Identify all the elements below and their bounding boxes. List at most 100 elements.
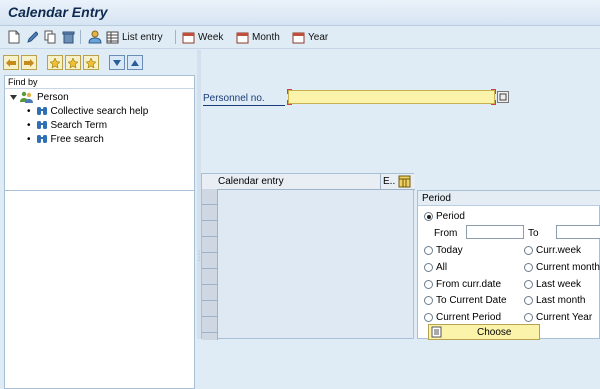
to-date-input[interactable] bbox=[556, 225, 600, 239]
radio-label: Current Year bbox=[536, 312, 593, 323]
calendar-year-icon bbox=[292, 32, 305, 43]
star-edit-icon bbox=[86, 57, 96, 68]
radio-button bbox=[424, 212, 433, 221]
row-divider bbox=[202, 220, 217, 221]
radio-last-month[interactable]: Last month bbox=[524, 295, 585, 306]
row-divider bbox=[202, 268, 217, 269]
row-divider bbox=[202, 236, 217, 237]
forward-button[interactable] bbox=[21, 55, 37, 70]
expand-all-button[interactable] bbox=[109, 55, 125, 70]
tree-item-search-term[interactable]: • Search Term bbox=[27, 119, 107, 131]
tree-item-label: Free search bbox=[50, 133, 104, 145]
row-selector-column[interactable] bbox=[202, 189, 218, 340]
column-settings-button[interactable] bbox=[398, 175, 411, 191]
application-toolbar: List entry Week Month Year bbox=[0, 26, 600, 49]
radio-button bbox=[424, 246, 433, 255]
table-header: Calendar entry E.. bbox=[202, 174, 415, 190]
star-icon bbox=[68, 57, 78, 68]
favorites-button[interactable] bbox=[65, 55, 81, 70]
radio-button bbox=[524, 296, 533, 305]
focus-corner bbox=[287, 100, 292, 105]
from-label: From bbox=[434, 228, 458, 239]
navigation-buttons bbox=[3, 55, 143, 71]
change-button[interactable] bbox=[26, 29, 38, 45]
persons-icon bbox=[20, 91, 33, 103]
edit-favorites-button[interactable] bbox=[83, 55, 99, 70]
object-manager-pane: Find by Person • Collective search help … bbox=[0, 50, 197, 389]
add-favorite-button[interactable] bbox=[47, 55, 63, 70]
radio-label: Curr.week bbox=[536, 245, 582, 256]
row-divider bbox=[202, 300, 217, 301]
hit-list-area bbox=[4, 190, 195, 389]
arrow-right-icon bbox=[24, 58, 34, 67]
binoculars-icon bbox=[36, 107, 47, 115]
radio-to-current-date[interactable]: To Current Date bbox=[424, 295, 507, 306]
radio-label: Today bbox=[436, 245, 463, 256]
year-label: Year bbox=[308, 31, 329, 43]
radio-button bbox=[524, 263, 533, 272]
collapse-icon bbox=[131, 59, 139, 66]
toolbar-separator bbox=[80, 30, 81, 44]
month-button[interactable]: Month bbox=[236, 29, 280, 45]
radio-label: Last month bbox=[536, 295, 586, 306]
column-header-e[interactable]: E.. bbox=[383, 176, 395, 187]
splitter-grip: · · · · bbox=[198, 248, 201, 264]
collapse-all-button[interactable] bbox=[127, 55, 143, 70]
radio-button bbox=[524, 246, 533, 255]
copy-icon bbox=[44, 30, 56, 44]
tree-item-label: Search Term bbox=[50, 119, 108, 131]
radio-label: Current month bbox=[536, 262, 600, 273]
triangle-down-icon bbox=[10, 94, 17, 100]
tree-item-label: Collective search help bbox=[50, 105, 149, 117]
row-divider bbox=[202, 284, 217, 285]
create-button[interactable] bbox=[8, 29, 20, 45]
choose-label: Choose bbox=[477, 326, 512, 338]
radio-current-month[interactable]: Current month bbox=[524, 262, 600, 273]
year-button[interactable]: Year bbox=[292, 29, 328, 45]
tree-item-collective-search-help[interactable]: • Collective search help bbox=[27, 105, 148, 117]
radio-current-year[interactable]: Current Year bbox=[524, 312, 592, 323]
week-button[interactable]: Week bbox=[182, 29, 223, 45]
radio-label: Current Period bbox=[436, 312, 502, 323]
list-entry-label: List entry bbox=[122, 31, 163, 43]
person-button[interactable] bbox=[88, 29, 102, 45]
list-entry-button[interactable]: List entry bbox=[106, 29, 163, 45]
page-title: Calendar Entry bbox=[8, 4, 108, 20]
row-divider bbox=[202, 316, 217, 317]
radio-button bbox=[424, 296, 433, 305]
back-button[interactable] bbox=[3, 55, 19, 70]
delete-button[interactable] bbox=[62, 29, 75, 45]
radio-current-period[interactable]: Current Period bbox=[424, 312, 501, 323]
copy-button[interactable] bbox=[44, 29, 57, 45]
search-tree: Find by Person • Collective search help … bbox=[4, 75, 195, 195]
radio-label: All bbox=[436, 262, 448, 273]
radio-period[interactable]: Period bbox=[424, 211, 465, 222]
radio-label: To Current Date bbox=[436, 295, 507, 306]
radio-current-week[interactable]: Curr.week bbox=[524, 245, 581, 256]
tree-node-person[interactable]: Person bbox=[10, 91, 69, 103]
from-date-input[interactable] bbox=[466, 225, 524, 239]
trash-icon bbox=[62, 31, 75, 44]
radio-today[interactable]: Today bbox=[424, 245, 463, 256]
value-help-icon bbox=[499, 93, 507, 101]
binoculars-icon bbox=[36, 121, 47, 129]
column-header-calendar-entry[interactable]: Calendar entry bbox=[218, 176, 284, 187]
radio-last-week[interactable]: Last week bbox=[524, 279, 581, 290]
focus-corner bbox=[491, 89, 496, 94]
choose-button[interactable]: Choose bbox=[428, 324, 540, 340]
personnel-number-input[interactable] bbox=[287, 89, 496, 105]
tree-item-free-search[interactable]: • Free search bbox=[27, 133, 104, 145]
month-label: Month bbox=[252, 31, 280, 43]
value-help-button[interactable] bbox=[497, 91, 509, 103]
calendar-entry-table: Calendar entry E.. bbox=[201, 173, 415, 340]
to-label: To bbox=[528, 228, 539, 239]
radio-button bbox=[524, 313, 533, 322]
choose-icon bbox=[431, 326, 442, 338]
radio-button bbox=[424, 313, 433, 322]
pencil-icon bbox=[27, 31, 38, 43]
arrow-left-icon bbox=[6, 58, 16, 67]
radio-all[interactable]: All bbox=[424, 262, 447, 273]
radio-from-current-date[interactable]: From curr.date bbox=[424, 279, 501, 290]
calendar-week-icon bbox=[182, 32, 195, 43]
star-add-icon bbox=[50, 57, 60, 68]
